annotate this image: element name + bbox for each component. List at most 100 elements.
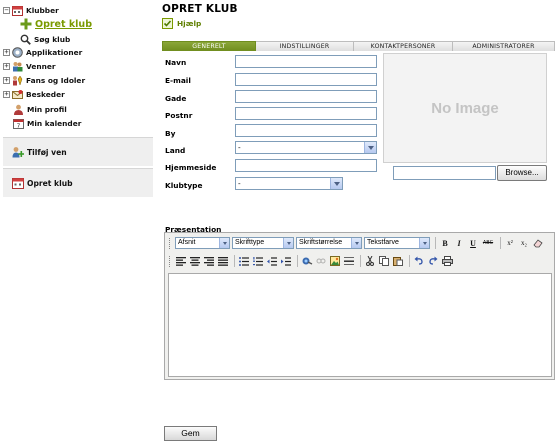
- sidebar-item-min-profil[interactable]: Min profil: [13, 103, 67, 115]
- street-label: Gade: [165, 94, 187, 103]
- font-select[interactable]: Skrifttype: [232, 237, 294, 249]
- country-select-value: -: [238, 143, 241, 152]
- add-friend-label: Tilføj ven: [27, 147, 67, 157]
- name-label: Navn: [165, 58, 187, 67]
- calendar-folder-icon: [12, 5, 23, 16]
- tab-indstillinger[interactable]: INDSTILLINGER: [256, 41, 354, 51]
- image-file-input[interactable]: [393, 166, 496, 180]
- sidebar-item-applikationer[interactable]: + Applikationer: [3, 46, 82, 58]
- subscript-button[interactable]: x₂: [518, 237, 530, 249]
- cut-icon[interactable]: [364, 255, 376, 267]
- sidebar-item-beskeder[interactable]: + Beskeder: [3, 88, 65, 100]
- sidebar-item-opret-klub[interactable]: Opret klub: [20, 17, 92, 31]
- link-icon[interactable]: [301, 255, 313, 267]
- italic-button[interactable]: I: [453, 237, 465, 249]
- create-club-icon: [12, 177, 24, 189]
- align-center-icon[interactable]: [189, 255, 201, 267]
- tab-generelt[interactable]: GENERELT: [162, 41, 256, 51]
- collapse-icon[interactable]: −: [3, 6, 10, 14]
- sidebar-item-label: Min profil: [27, 104, 67, 114]
- bullet-list-icon[interactable]: [238, 255, 250, 267]
- paragraph-select[interactable]: Afsnit: [175, 237, 230, 249]
- align-left-icon[interactable]: [175, 255, 187, 267]
- expand-icon[interactable]: +: [3, 90, 10, 98]
- create-club-label: Opret klub: [27, 178, 73, 188]
- indent-icon[interactable]: [280, 255, 292, 267]
- strikethrough-button[interactable]: ABC: [481, 237, 495, 249]
- search-icon: [20, 34, 31, 45]
- sidebar-item-soeg-klub[interactable]: Søg klub: [20, 33, 70, 45]
- presentation-text-area[interactable]: [168, 273, 552, 377]
- clubtype-select-value: -: [238, 179, 241, 188]
- font-size-select[interactable]: Skriftstørrelse: [296, 237, 362, 249]
- justify-icon[interactable]: [217, 255, 229, 267]
- clubtype-select[interactable]: -: [235, 177, 343, 190]
- superscript-button[interactable]: x²: [504, 237, 516, 249]
- sidebar-item-label: Fans og Idoler: [26, 75, 86, 85]
- expand-icon[interactable]: +: [3, 76, 10, 84]
- no-image-text: No Image: [431, 99, 499, 117]
- horizontal-rule-icon[interactable]: [343, 255, 355, 267]
- numbered-list-icon[interactable]: [252, 255, 264, 267]
- font-select-value: Skrifttype: [235, 239, 265, 246]
- chevron-down-icon[interactable]: [364, 142, 376, 153]
- expand-icon[interactable]: +: [3, 62, 10, 70]
- chevron-down-icon[interactable]: [283, 238, 293, 248]
- name-field[interactable]: [235, 55, 377, 68]
- text-color-select[interactable]: Tekstfarve: [364, 237, 430, 249]
- applications-icon: [12, 46, 23, 58]
- sidebar-item-klubber[interactable]: − Klubber: [3, 4, 59, 16]
- paragraph-select-value: Afsnit: [178, 239, 196, 246]
- text-color-select-value: Tekstfarve: [367, 239, 399, 246]
- redo-icon[interactable]: [427, 255, 439, 267]
- tab-kontaktpersoner[interactable]: KONTAKTPERSONER: [354, 41, 453, 51]
- editor-toolbar-row-2: [165, 253, 455, 269]
- city-label: By: [165, 129, 176, 138]
- help-icon: [162, 18, 173, 29]
- chevron-down-icon[interactable]: [219, 238, 229, 248]
- street-field[interactable]: [235, 90, 377, 103]
- toolbar-separator: [297, 255, 298, 267]
- unlink-icon[interactable]: [315, 255, 327, 267]
- tab-administratorer[interactable]: ADMINISTRATORER: [453, 41, 555, 51]
- browse-button[interactable]: Browse...: [497, 165, 547, 181]
- align-right-icon[interactable]: [203, 255, 215, 267]
- sidebar-item-fans-og-idoler[interactable]: + Fans og Idoler: [3, 74, 85, 86]
- font-size-select-value: Skriftstørrelse: [299, 239, 343, 246]
- image-icon[interactable]: [329, 255, 341, 267]
- chevron-down-icon[interactable]: [330, 178, 342, 189]
- toolbar-separator: [409, 255, 410, 267]
- add-friend-box[interactable]: Tilføj ven: [3, 137, 153, 166]
- email-label: E-mail: [165, 76, 191, 85]
- undo-icon[interactable]: [413, 255, 425, 267]
- save-button[interactable]: Gem: [164, 426, 217, 441]
- city-field[interactable]: [235, 124, 377, 137]
- underline-button[interactable]: U: [467, 237, 479, 249]
- sidebar-item-min-kalender[interactable]: 7 Min kalender: [13, 117, 81, 129]
- paste-icon[interactable]: [392, 255, 404, 267]
- chevron-down-icon[interactable]: [419, 238, 429, 248]
- sidebar: − Klubber Opret klub Søg klub + Applikat…: [0, 0, 155, 444]
- sidebar-item-label: Applikationer: [26, 47, 83, 57]
- eraser-icon[interactable]: [532, 237, 544, 249]
- create-club-box[interactable]: Opret klub: [3, 168, 153, 197]
- copy-icon[interactable]: [378, 255, 390, 267]
- country-label: Land: [165, 146, 186, 155]
- sidebar-item-venner[interactable]: + Venner: [3, 60, 56, 72]
- help-link[interactable]: Hjælp: [162, 18, 201, 29]
- expand-icon[interactable]: +: [3, 48, 10, 56]
- page-title: OPRET KLUB: [162, 3, 238, 15]
- postal-field[interactable]: [235, 107, 377, 120]
- country-select[interactable]: -: [235, 141, 377, 154]
- bold-button[interactable]: B: [439, 237, 451, 249]
- sidebar-item-label: Min kalender: [27, 118, 82, 128]
- fans-icon: [12, 75, 23, 86]
- add-friend-icon: [12, 146, 25, 158]
- website-field[interactable]: [235, 159, 377, 172]
- chevron-down-icon[interactable]: [351, 238, 361, 248]
- calendar-icon: 7: [13, 118, 24, 129]
- outdent-icon[interactable]: [266, 255, 278, 267]
- club-image-placeholder: No Image: [383, 53, 547, 163]
- email-field[interactable]: [235, 73, 377, 86]
- print-icon[interactable]: [441, 255, 453, 267]
